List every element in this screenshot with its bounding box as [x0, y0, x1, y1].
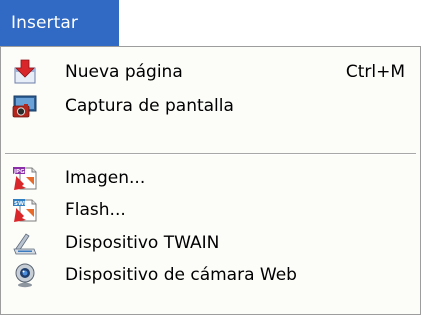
menu-item-label: Dispositivo TWAIN — [65, 233, 220, 253]
svg-text:JPG: JPG — [13, 169, 25, 175]
shortcut-label: Ctrl+M — [345, 62, 405, 82]
webcam-icon — [12, 262, 38, 288]
svg-text:SWF: SWF — [14, 201, 28, 207]
flash-file-icon: SWF — [12, 197, 38, 223]
new-page-icon — [12, 59, 38, 85]
menu-item-image[interactable]: JPG Imagen... — [1, 161, 420, 193]
menu-item-twain-device[interactable]: Dispositivo TWAIN — [1, 226, 420, 258]
menu-item-label: Imagen... — [65, 168, 146, 188]
menu-insertar[interactable]: Insertar — [0, 0, 119, 46]
menu-item-label: Dispositivo de cámara Web — [65, 265, 297, 285]
screenshot-camera-icon — [12, 93, 38, 119]
menu-separator — [5, 153, 416, 155]
screen: Insertar Nueva página Ctrl+M Captura de … — [0, 0, 423, 315]
menu-item-label: Nueva página — [65, 62, 183, 82]
insert-dropdown-menu: Nueva página Ctrl+M Captura de pantalla — [0, 46, 421, 315]
menu-item-screenshot[interactable]: Captura de pantalla — [1, 89, 420, 121]
image-file-icon: JPG — [12, 165, 38, 191]
menu-item-new-page[interactable]: Nueva página Ctrl+M — [1, 55, 420, 87]
scanner-icon — [12, 230, 38, 256]
menu-item-flash[interactable]: SWF Flash... — [1, 193, 420, 225]
menu-insertar-label: Insertar — [11, 13, 78, 33]
menu-item-label: Captura de pantalla — [65, 96, 234, 116]
menu-item-webcam-device[interactable]: Dispositivo de cámara Web — [1, 258, 420, 290]
menu-item-label: Flash... — [65, 200, 126, 220]
